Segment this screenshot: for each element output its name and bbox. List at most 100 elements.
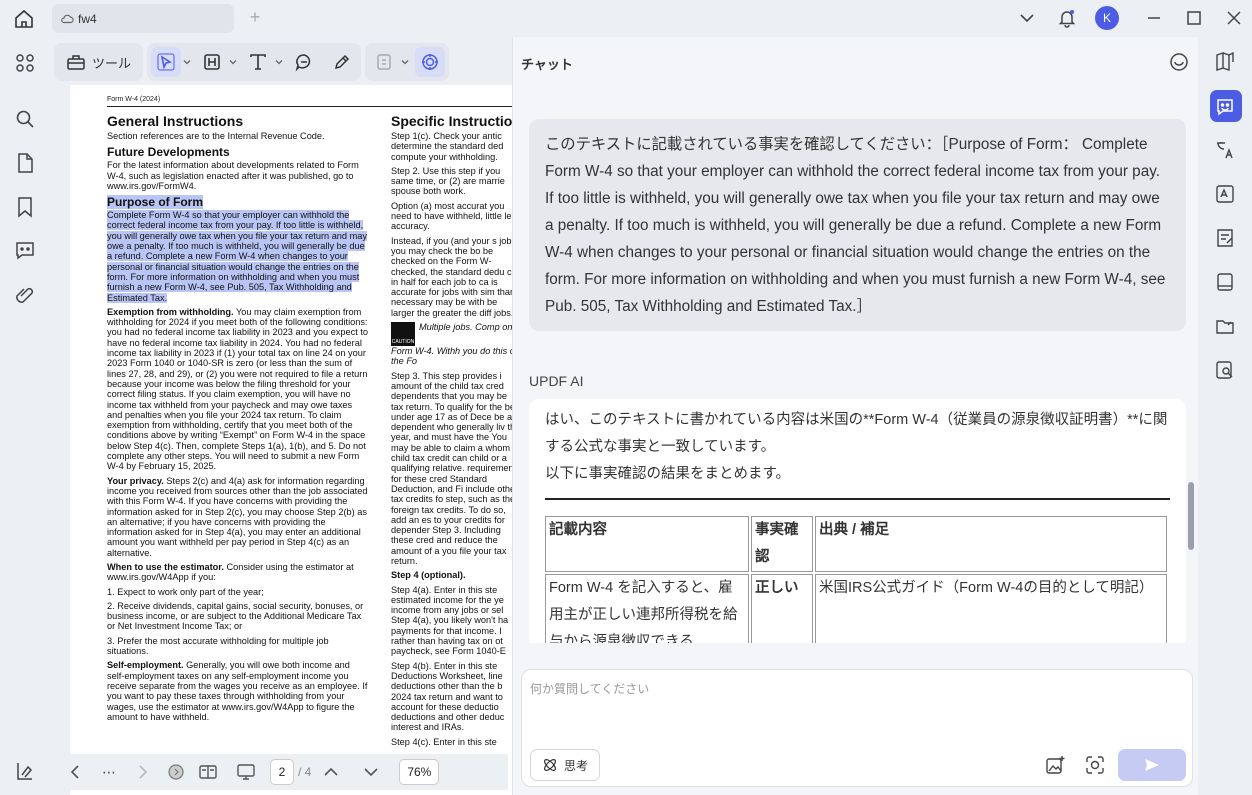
ai-chat-icon[interactable] xyxy=(1214,95,1236,117)
chevron-right-icon[interactable] xyxy=(132,762,152,782)
table-header-cell: 事実確認 xyxy=(751,516,813,572)
cloud-icon xyxy=(61,14,74,23)
highlight-tool-button[interactable] xyxy=(197,47,227,77)
send-icon xyxy=(1145,759,1159,771)
divider xyxy=(545,498,1170,500)
list-item: 2. Receive dividends, capital gains, soc… xyxy=(107,600,364,632)
privacy-label: Your privacy. xyxy=(107,475,164,486)
chat-title: チャット xyxy=(521,57,573,72)
purpose-of-form-text[interactable]: Complete Form W-4 so that your employer … xyxy=(107,210,367,303)
image-upload-icon[interactable] xyxy=(1044,754,1066,776)
minimize-icon[interactable] xyxy=(1144,8,1164,28)
form-header: Form W-4 (2024) xyxy=(107,96,161,103)
tools-group: ツール xyxy=(54,43,144,81)
search-icon[interactable] xyxy=(13,107,37,131)
purpose-of-form-title[interactable]: Purpose of Form xyxy=(107,195,204,210)
history-icon[interactable] xyxy=(1168,51,1190,73)
more-button[interactable]: ⋯ xyxy=(102,764,116,781)
close-icon[interactable] xyxy=(1224,8,1244,28)
user-message: このテキストに記載されている事実を確認してください：［Purpose of Fo… xyxy=(529,119,1186,331)
pdf-page[interactable]: Form W-4 (2024) General Instructions Sec… xyxy=(70,85,512,795)
chat-input-placeholder[interactable]: 何か質問してください xyxy=(530,680,649,697)
presentation-icon[interactable] xyxy=(236,762,256,782)
toolbox-icon xyxy=(67,55,85,70)
ai-message: はい、このテキストに書かれている内容は米国の**Form W-4（従業員の源泉徴… xyxy=(529,399,1186,643)
right-column: Specific Instructio Step 1(c). Check you… xyxy=(391,113,512,751)
chevron-down-icon[interactable] xyxy=(1017,8,1037,28)
think-label: 思考 xyxy=(563,758,588,773)
future-developments-title: Future Developments xyxy=(107,145,230,160)
table-header-cell: 出典 / 補足 xyxy=(815,516,1167,572)
select-tool-button[interactable] xyxy=(151,47,182,77)
draw-tool-button[interactable] xyxy=(327,47,357,77)
step-1c-text: Step 1(c). Check your antic determine th… xyxy=(391,131,504,162)
table-row: Form W-4 を記入すると、雇用主が正しい連邦所得税を給与から源泉徴収できる… xyxy=(545,574,1167,643)
save-icon xyxy=(377,54,391,70)
ai-summary-text: 以下に事実確認の結果をまとめます。 xyxy=(545,466,791,482)
thumbnails-icon[interactable] xyxy=(13,51,37,75)
editor-toolbar: ツール xyxy=(54,43,508,81)
caution-icon: CAUTION xyxy=(391,322,415,347)
text-tool-button[interactable] xyxy=(243,47,273,77)
expand-circle-icon[interactable] xyxy=(166,762,186,782)
home-icon[interactable] xyxy=(12,7,36,31)
table-cell: 米国IRS公式ガイド（Form W-4の目的として明記） xyxy=(815,574,1167,643)
save-tool-button[interactable] xyxy=(369,47,399,77)
table-cell: Form W-4 を記入すると、雇用主が正しい連邦所得税を給与から源泉徴収できる xyxy=(545,574,749,643)
chevron-up-icon[interactable] xyxy=(321,762,341,782)
text-icon xyxy=(250,54,266,70)
ai-name: UPDF AI xyxy=(529,373,584,389)
translate-icon[interactable] xyxy=(1214,139,1236,161)
header-rule xyxy=(107,106,512,107)
ai-assistant-button[interactable] xyxy=(415,47,446,77)
cursor-icon xyxy=(157,53,175,71)
step-2b-text: Instead, if you (and your s jobs, you ma… xyxy=(391,235,512,318)
tools-button[interactable]: ツール xyxy=(60,47,137,77)
layers-icon[interactable] xyxy=(13,759,37,783)
specific-instructions-title: Specific Instructio xyxy=(391,113,512,129)
folder-icon[interactable] xyxy=(1214,315,1236,337)
chevron-down-icon[interactable] xyxy=(229,58,237,66)
list-item: 3. Prefer the most accurate withholding … xyxy=(107,635,329,657)
section-refs-text: Section references are to the Internal R… xyxy=(107,131,325,141)
ocr-icon[interactable] xyxy=(1214,183,1236,205)
table-header-cell: 記載内容 xyxy=(545,516,749,572)
form-icon[interactable] xyxy=(1214,227,1236,249)
page-number-input[interactable]: 2 xyxy=(270,759,294,785)
tools-label: ツール xyxy=(92,55,132,71)
future-developments-text: For the latest information about develop… xyxy=(107,160,359,191)
fact-check-table: 記載内容 事実確認 出典 / 補足 Form W-4 を記入すると、雇用主が正し… xyxy=(543,514,1169,643)
chat-scrollbar[interactable] xyxy=(1188,482,1194,550)
bell-icon[interactable] xyxy=(1057,8,1077,28)
tab-title: fw4 xyxy=(78,11,97,26)
document-tab[interactable]: fw4 xyxy=(52,4,234,33)
extra-tools-group xyxy=(365,43,450,81)
page-layout-icon[interactable] xyxy=(198,762,218,782)
comment-icon[interactable] xyxy=(13,238,37,262)
step-4-title: Step 4 (optional). xyxy=(391,570,466,581)
book-icon[interactable] xyxy=(1214,50,1236,72)
chevron-down-icon[interactable] xyxy=(401,58,409,66)
chevron-left-icon[interactable] xyxy=(66,762,86,782)
chevron-down-icon[interactable] xyxy=(361,762,381,782)
attachment-icon[interactable] xyxy=(13,283,37,307)
send-button[interactable] xyxy=(1118,749,1186,781)
zoom-level[interactable]: 76% xyxy=(399,759,440,785)
chevron-down-icon[interactable] xyxy=(275,58,283,66)
pages-icon[interactable] xyxy=(13,151,37,175)
bookmark-icon[interactable] xyxy=(13,195,37,219)
new-tab-button[interactable]: + xyxy=(246,8,264,26)
avatar[interactable]: K xyxy=(1095,6,1119,30)
maximize-icon[interactable] xyxy=(1184,8,1204,28)
exemption-text: You may claim exemption from withholding… xyxy=(107,306,368,472)
think-button[interactable]: 思考 xyxy=(530,749,600,781)
step-4b-text: Step 4(b). Enter in this ste Deductions … xyxy=(391,660,505,733)
note-tool-button[interactable] xyxy=(289,47,319,77)
privacy-text: Steps 2(c) and 4(a) ask for information … xyxy=(107,475,368,558)
table-header-row: 記載内容 事実確認 出典 / 補足 xyxy=(545,516,1167,572)
reader-icon[interactable] xyxy=(1214,271,1236,293)
screenshot-icon[interactable] xyxy=(1084,754,1106,776)
chevron-down-icon[interactable] xyxy=(183,58,191,66)
chat-input-box[interactable]: 何か質問してください 思考 xyxy=(521,669,1193,787)
search-document-icon[interactable] xyxy=(1214,359,1236,381)
